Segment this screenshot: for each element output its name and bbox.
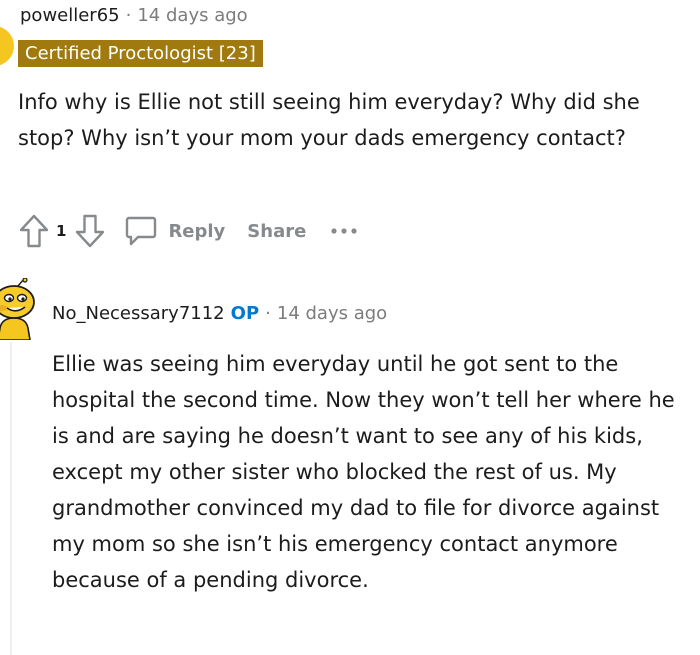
comment-meta: No_Necessary7112 OP · 14 days ago xyxy=(52,303,387,324)
comment-actions: 1 Reply Share xyxy=(18,209,360,253)
downvote-button[interactable] xyxy=(74,213,106,249)
snoo-avatar-icon xyxy=(0,277,35,341)
upvote-arrow-icon xyxy=(19,214,49,248)
speech-bubble-icon xyxy=(126,216,157,246)
comment-body: Info why is Ellie not still seeing him e… xyxy=(18,90,640,150)
user-avatar[interactable] xyxy=(0,26,14,66)
thread-line[interactable] xyxy=(10,342,12,655)
op-badge: OP xyxy=(230,303,260,324)
user-flair: Certified Proctologist [23] xyxy=(18,40,263,67)
timestamp[interactable]: 14 days ago xyxy=(137,5,247,26)
comment-meta: poweller65 · 14 days ago xyxy=(20,5,248,26)
more-options-button[interactable] xyxy=(330,226,360,236)
upvote-button[interactable] xyxy=(18,213,50,249)
meta-separator: · xyxy=(265,303,271,324)
vote-count: 1 xyxy=(56,222,67,240)
username-link[interactable]: No_Necessary7112 xyxy=(52,303,225,324)
meta-separator: · xyxy=(125,5,132,26)
downvote-arrow-icon xyxy=(76,214,105,248)
user-avatar[interactable] xyxy=(0,277,38,341)
more-dots-icon xyxy=(331,228,357,234)
reply-button[interactable]: Reply xyxy=(124,214,225,248)
username-link[interactable]: poweller65 xyxy=(20,5,120,26)
reply-label: Reply xyxy=(168,220,226,242)
comment-body: Ellie was seeing him everyday until he g… xyxy=(52,352,675,592)
timestamp[interactable]: 14 days ago xyxy=(277,303,387,324)
share-button[interactable]: Share xyxy=(247,221,306,242)
